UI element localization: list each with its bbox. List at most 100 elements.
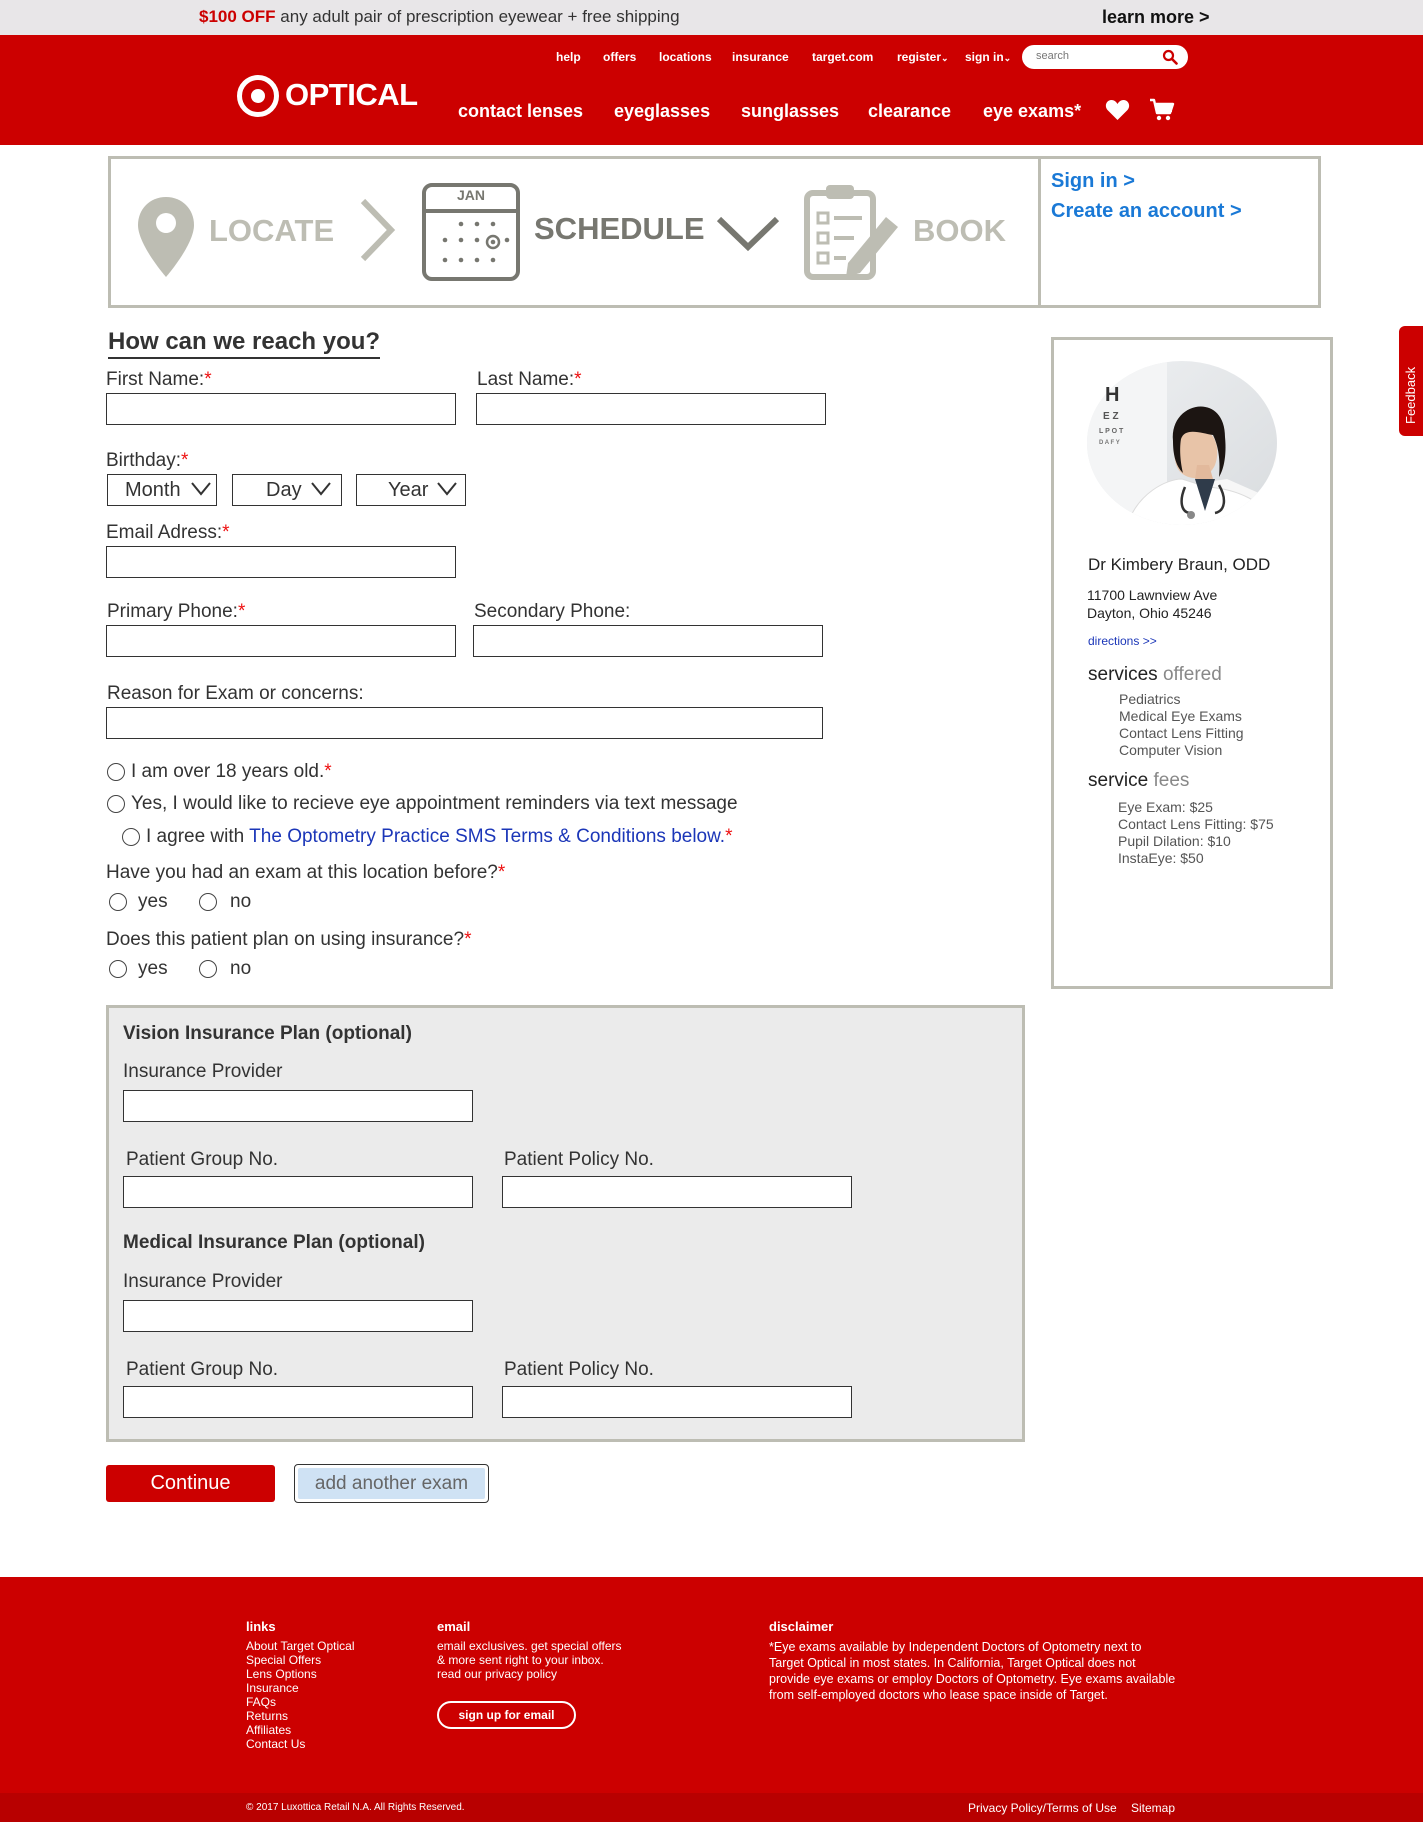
- privacy-terms-link[interactable]: Privacy Policy/Terms of Use: [968, 1801, 1117, 1815]
- sms-reminders-radio[interactable]: [107, 795, 125, 813]
- required-mark: *: [574, 369, 582, 390]
- required-mark: *: [324, 761, 332, 782]
- day-select[interactable]: Day: [232, 474, 342, 506]
- secondary-phone-label: Secondary Phone:: [474, 601, 631, 622]
- primary-phone-field[interactable]: [106, 625, 456, 657]
- register-label: register: [897, 50, 942, 64]
- footer-disclaimer-text: *Eye exams available by Independent Doct…: [769, 1640, 1176, 1702]
- search-icon[interactable]: [1162, 49, 1178, 65]
- doctor-photo: H E Z L P O T D A F Y: [1087, 361, 1277, 525]
- over-18-text: I am over 18 years old.: [131, 761, 325, 782]
- insurance-q-text: Does this patient plan on using insuranc…: [106, 929, 465, 950]
- footer-bottom-bar: © 2017 Luxottica Retail N.A. All Rights …: [0, 1793, 1423, 1822]
- email-field[interactable]: [106, 546, 456, 578]
- clipboard-icon: [804, 185, 898, 280]
- nav-contact-lenses[interactable]: contact lenses: [458, 101, 583, 122]
- promo-amount: $100 OFF: [199, 7, 276, 26]
- exam-before-text: Have you had an exam at this location be…: [106, 862, 498, 883]
- reason-field[interactable]: [106, 707, 823, 739]
- reason-label: Reason for Exam or concerns:: [107, 683, 364, 704]
- email-label: Email Adress:*: [106, 522, 230, 544]
- promo-bar: $100 OFF any adult pair of prescription …: [0, 0, 1423, 35]
- nav-sunglasses[interactable]: sunglasses: [741, 101, 839, 122]
- step-book-label: BOOK: [913, 213, 1006, 248]
- nav-eye-exams[interactable]: eye exams*: [983, 101, 1081, 122]
- over-18-label: I am over 18 years old.*: [131, 761, 332, 783]
- vision-group-field[interactable]: [123, 1176, 473, 1208]
- feedback-tab[interactable]: Feedback: [1399, 326, 1423, 436]
- vision-policy-label: Patient Policy No.: [504, 1149, 654, 1170]
- first-name-field[interactable]: [106, 393, 456, 425]
- footer-link-returns[interactable]: Returns: [246, 1709, 288, 1723]
- sign-in-link[interactable]: Sign in >: [1051, 170, 1135, 193]
- chevron-down-icon: [191, 482, 211, 496]
- footer-link-faqs[interactable]: FAQs: [246, 1695, 276, 1709]
- footer-link-offers[interactable]: Special Offers: [246, 1653, 321, 1667]
- util-link-help[interactable]: help: [556, 50, 581, 64]
- medical-group-field[interactable]: [123, 1386, 473, 1418]
- directions-link[interactable]: directions >>: [1088, 634, 1157, 648]
- doctor-name: Dr Kimbery Braun, ODD: [1088, 555, 1271, 574]
- month-select[interactable]: Month: [107, 474, 217, 506]
- promo-text: $100 OFF any adult pair of prescription …: [199, 7, 680, 27]
- medical-policy-field[interactable]: [502, 1386, 852, 1418]
- target-logo-icon[interactable]: [237, 75, 279, 117]
- nav-clearance[interactable]: clearance: [868, 101, 951, 122]
- insurance-panel: Vision Insurance Plan (optional) Insuran…: [106, 1005, 1025, 1442]
- vision-insurance-title: Vision Insurance Plan (optional): [123, 1023, 412, 1044]
- vision-provider-field[interactable]: [123, 1090, 473, 1122]
- services-title: services offered: [1088, 664, 1222, 686]
- learn-more-link[interactable]: learn more >: [1102, 7, 1210, 28]
- sms-terms-link[interactable]: The Optometry Practice SMS Terms & Condi…: [249, 826, 725, 847]
- util-link-locations[interactable]: locations: [659, 50, 712, 64]
- footer-link-lens[interactable]: Lens Options: [246, 1667, 317, 1681]
- service-item: Computer Vision: [1119, 742, 1223, 758]
- over-18-radio[interactable]: [107, 763, 125, 781]
- footer-link-insurance[interactable]: Insurance: [246, 1681, 299, 1695]
- fees-title: service fees: [1088, 770, 1189, 792]
- last-name-field[interactable]: [476, 393, 826, 425]
- exam-before-yes-radio[interactable]: [109, 893, 127, 911]
- cart-icon[interactable]: [1149, 98, 1175, 122]
- sitemap-link[interactable]: Sitemap: [1131, 1801, 1175, 1815]
- nav-eyeglasses[interactable]: eyeglasses: [614, 101, 710, 122]
- chevron-down-icon: [311, 482, 331, 496]
- services-title-b: offered: [1162, 664, 1222, 685]
- insurance-no-radio[interactable]: [199, 960, 217, 978]
- search-input[interactable]: search: [1022, 45, 1188, 69]
- sign-up-email-button[interactable]: sign up for email: [437, 1701, 576, 1729]
- privacy-policy-link[interactable]: read our privacy policy: [437, 1667, 557, 1681]
- logo-text[interactable]: OPTICAL: [285, 77, 418, 113]
- medical-policy-label: Patient Policy No.: [504, 1359, 654, 1380]
- step-schedule-label: SCHEDULE: [534, 211, 705, 246]
- util-link-offers[interactable]: offers: [603, 50, 636, 64]
- util-link-register[interactable]: register⌄: [897, 50, 949, 64]
- footer-link-about[interactable]: About Target Optical: [246, 1639, 355, 1653]
- fee-item: Contact Lens Fitting: $75: [1118, 816, 1274, 832]
- footer-link-contact[interactable]: Contact Us: [246, 1737, 305, 1751]
- site-header: help offers locations insurance target.c…: [0, 35, 1423, 145]
- heart-icon[interactable]: [1105, 99, 1130, 121]
- exam-before-no-radio[interactable]: [199, 893, 217, 911]
- medical-provider-field[interactable]: [123, 1300, 473, 1332]
- util-link-target[interactable]: target.com: [812, 50, 873, 64]
- primary-phone-label: Primary Phone:*: [107, 601, 245, 623]
- util-link-insurance[interactable]: insurance: [732, 50, 789, 64]
- day-value: Day: [266, 479, 302, 501]
- add-another-exam-label: add another exam: [298, 1468, 485, 1499]
- continue-button[interactable]: Continue: [106, 1465, 275, 1502]
- secondary-phone-field[interactable]: [473, 625, 823, 657]
- required-mark: *: [725, 826, 733, 847]
- create-account-link[interactable]: Create an account >: [1051, 200, 1242, 223]
- sms-agree-radio[interactable]: [122, 828, 140, 846]
- location-pin-icon: [138, 197, 194, 277]
- insurance-yes-radio[interactable]: [109, 960, 127, 978]
- year-select[interactable]: Year: [356, 474, 466, 506]
- add-another-exam-button[interactable]: add another exam: [294, 1464, 489, 1503]
- vision-policy-field[interactable]: [502, 1176, 852, 1208]
- footer-link-affiliates[interactable]: Affiliates: [246, 1723, 291, 1737]
- insurance-question: Does this patient plan on using insuranc…: [106, 929, 471, 951]
- steps-divider: [1038, 159, 1041, 305]
- footer-email-title: email: [437, 1619, 471, 1634]
- util-link-sign-in[interactable]: sign in⌄: [965, 50, 1011, 64]
